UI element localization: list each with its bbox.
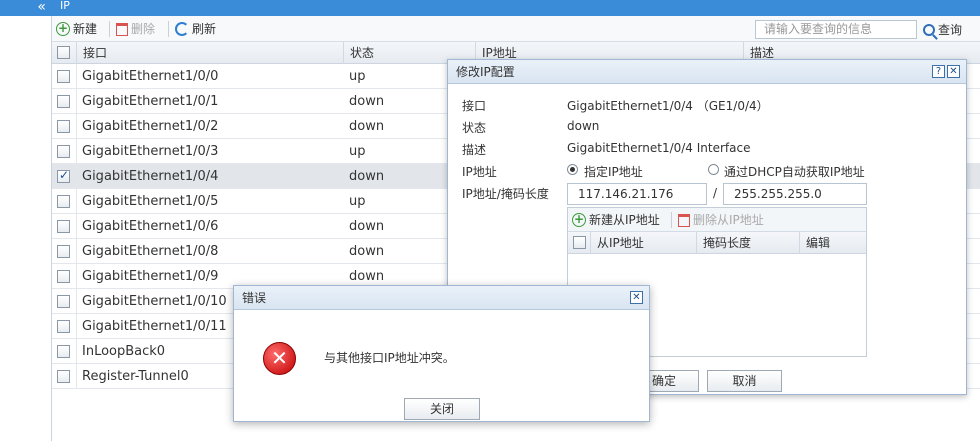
- status-cell: down: [349, 94, 385, 109]
- mask-input[interactable]: 255.255.255.0: [723, 183, 867, 205]
- row-checkbox[interactable]: [57, 270, 70, 283]
- cancel-button[interactable]: 取消: [707, 370, 782, 392]
- delete-button[interactable]: 删除: [116, 20, 155, 38]
- column-header-mask-length[interactable]: 掩码长度: [696, 232, 802, 254]
- search-input[interactable]: 请输入要查询的信息: [755, 20, 917, 39]
- interface-cell: GigabitEthernet1/0/11: [82, 319, 227, 334]
- column-header-interface[interactable]: 接口: [76, 42, 346, 64]
- interface-cell: GigabitEthernet1/0/9: [82, 269, 219, 284]
- search-button[interactable]: 查询: [923, 21, 962, 38]
- new-secondary-ip-label: 新建从IP地址: [589, 213, 660, 227]
- dhcp-ip-radio[interactable]: [708, 164, 719, 175]
- row-checkbox[interactable]: [57, 345, 70, 358]
- collapse-sidebar-icon[interactable]: «: [0, 0, 52, 16]
- page-title: IP: [60, 0, 70, 12]
- status-cell: up: [349, 144, 366, 159]
- interface-cell: Register-Tunnel0: [82, 369, 189, 384]
- ip-mask-separator: /: [713, 186, 718, 200]
- row-checkbox[interactable]: [57, 320, 70, 333]
- interface-cell: GigabitEthernet1/0/0: [82, 69, 219, 84]
- select-all-checkbox[interactable]: [57, 46, 70, 59]
- secondary-ip-table-header: 从IP地址 掩码长度 编辑: [568, 232, 866, 254]
- interface-cell: GigabitEthernet1/0/8: [82, 244, 219, 259]
- error-icon: ✕: [263, 342, 296, 375]
- close-icon[interactable]: ✕: [947, 65, 960, 78]
- dialog-title-bar: 修改IP配置 ? ✕: [448, 60, 966, 84]
- search-icon: [923, 23, 935, 36]
- ip-address-label: IP地址: [462, 165, 497, 179]
- status-cell: down: [349, 169, 385, 184]
- row-checkbox[interactable]: [57, 70, 70, 83]
- refresh-icon: [175, 22, 189, 36]
- new-button-label: 新建: [73, 22, 98, 36]
- toolbar-divider: [168, 21, 169, 37]
- row-checkbox[interactable]: [57, 95, 70, 108]
- trash-icon: [678, 213, 690, 227]
- interface-cell: GigabitEthernet1/0/6: [82, 219, 219, 234]
- help-icon[interactable]: ?: [932, 65, 945, 78]
- dialog-title: 修改IP配置: [456, 65, 515, 79]
- status-cell: down: [349, 119, 385, 134]
- interface-cell: GigabitEthernet1/0/4: [82, 169, 219, 184]
- row-checkbox[interactable]: [57, 295, 70, 308]
- column-header-secondary-ip[interactable]: 从IP地址: [590, 232, 696, 254]
- row-checkbox[interactable]: [57, 120, 70, 133]
- ip-address-input[interactable]: 117.146.21.176: [567, 183, 707, 205]
- toolbar-divider: [109, 21, 110, 37]
- dhcp-ip-radio-label[interactable]: 通过DHCP自动获取IP地址: [724, 163, 865, 180]
- plus-circle-icon: +: [572, 212, 586, 227]
- column-header-edit[interactable]: 编辑: [799, 232, 850, 254]
- interface-cell: GigabitEthernet1/0/3: [82, 144, 219, 159]
- status-cell: down: [349, 244, 385, 259]
- error-dialog-title-bar: 错误 ✕: [234, 286, 649, 310]
- search-button-label: 查询: [938, 23, 963, 37]
- toolbar-divider: [671, 212, 672, 228]
- delete-secondary-ip-label: 删除从IP地址: [693, 213, 764, 227]
- row-checkbox[interactable]: [57, 145, 70, 158]
- close-button[interactable]: 关闭: [404, 398, 480, 420]
- interface-cell: GigabitEthernet1/0/2: [82, 119, 219, 134]
- left-rail: «: [0, 0, 52, 441]
- error-message: 与其他接口IP地址冲突。: [324, 351, 455, 365]
- new-button[interactable]: + 新建: [56, 20, 97, 38]
- refresh-button-label: 刷新: [192, 22, 217, 36]
- interface-cell: GigabitEthernet1/0/10: [82, 294, 227, 309]
- status-cell: down: [349, 219, 385, 234]
- row-checkbox[interactable]: [57, 220, 70, 233]
- status-label: 状态: [462, 121, 487, 135]
- row-checkbox[interactable]: [57, 195, 70, 208]
- interface-cell: InLoopBack0: [82, 344, 166, 359]
- status-cell: up: [349, 194, 366, 209]
- refresh-button[interactable]: 刷新: [175, 20, 216, 38]
- delete-secondary-ip-button[interactable]: 删除从IP地址: [678, 211, 764, 229]
- page-title-bar: IP: [52, 0, 980, 16]
- row-checkbox[interactable]: [57, 245, 70, 258]
- error-dialog: 错误 ✕ ✕ 与其他接口IP地址冲突。 关闭: [233, 285, 650, 422]
- interface-value: GigabitEthernet1/0/4 （GE1/0/4）: [567, 99, 769, 113]
- interface-label: 接口: [462, 99, 487, 113]
- manual-ip-radio-label[interactable]: 指定IP地址: [584, 163, 643, 180]
- row-checkbox[interactable]: [57, 370, 70, 383]
- ip-mask-label: IP地址/掩码长度: [462, 187, 549, 201]
- error-dialog-title: 错误: [242, 291, 267, 305]
- close-icon[interactable]: ✕: [630, 291, 643, 304]
- status-value: down: [567, 119, 600, 133]
- main-toolbar: + 新建 删除 刷新 请输入要查询的信息 查询: [52, 16, 980, 42]
- description-label: 描述: [462, 143, 487, 157]
- secondary-ip-toolbar: + 新建从IP地址 删除从IP地址: [568, 208, 866, 232]
- interface-cell: GigabitEthernet1/0/1: [82, 94, 219, 109]
- row-checkbox[interactable]: [57, 168, 70, 183]
- plus-circle-icon: +: [56, 21, 70, 36]
- status-cell: up: [349, 69, 366, 84]
- trash-icon: [116, 22, 128, 36]
- secondary-select-all-checkbox[interactable]: [573, 236, 586, 249]
- new-secondary-ip-button[interactable]: + 新建从IP地址: [572, 211, 660, 229]
- interface-cell: GigabitEthernet1/0/5: [82, 194, 219, 209]
- delete-button-label: 删除: [131, 22, 156, 36]
- manual-ip-radio[interactable]: [567, 164, 578, 175]
- description-value: GigabitEthernet1/0/4 Interface: [567, 141, 751, 155]
